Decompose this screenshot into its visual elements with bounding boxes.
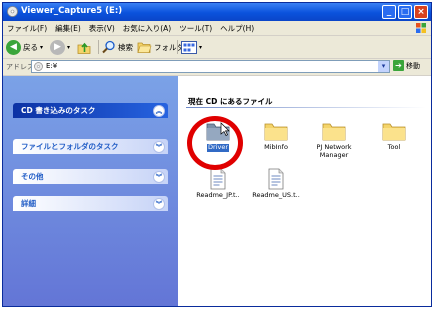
chevron-down-icon[interactable]: ︾ (153, 171, 165, 183)
menu-help[interactable]: ヘルプ(H) (216, 21, 258, 36)
forward-arrow-icon: ▶ (50, 39, 65, 55)
content-area: CD 書き込みのタスク ︽ ファイルとフォルダのタスク ︾ その他 ︾ 詳細 ︾… (3, 76, 431, 306)
search-button[interactable]: 検索 (102, 39, 133, 55)
task-label: CD 書き込みのタスク (21, 106, 96, 115)
text-file-icon (268, 168, 284, 190)
title-bar[interactable]: Viewer_Capture5 (E:) _ □ × (3, 3, 431, 21)
task-file-folder[interactable]: ファイルとフォルダのタスク ︾ (13, 139, 168, 154)
task-cd-writing[interactable]: CD 書き込みのタスク ︽ (13, 103, 168, 118)
folder-icon (264, 123, 288, 141)
views-dropdown-icon: ▾ (199, 43, 203, 51)
minimize-button[interactable]: _ (382, 5, 396, 19)
file-item-pj-network-manager[interactable]: PJ Network Manager (308, 120, 360, 159)
cd-drive-icon (7, 6, 18, 17)
address-value: E:¥ (46, 62, 58, 70)
explorer-window: Viewer_Capture5 (E:) _ □ × ファイル(F) 編集(E) 表… (2, 2, 432, 307)
folder-icon (382, 123, 406, 141)
back-dropdown-icon: ▾ (40, 43, 44, 51)
views-icon (181, 40, 197, 54)
forward-dropdown-icon: ▾ (67, 43, 71, 51)
task-label: その他 (21, 172, 44, 181)
address-bar: アドレス(D) E:¥ ▾ ➔ 移動 (3, 59, 431, 76)
file-name: Tool (387, 143, 401, 151)
back-arrow-icon: ◀ (6, 39, 21, 55)
windows-logo-icon (416, 23, 426, 33)
close-button[interactable]: × (414, 5, 428, 19)
go-arrow-icon: ➔ (393, 60, 404, 71)
forward-button[interactable]: ▶ ▾ (50, 39, 70, 55)
address-dropdown-icon[interactable]: ▾ (378, 61, 389, 72)
menu-edit[interactable]: 編集(E) (51, 21, 85, 36)
file-name: MibInfo (264, 143, 288, 151)
folder-icon (322, 123, 346, 141)
search-label: 検索 (118, 42, 133, 52)
file-item-mibinfo[interactable]: MibInfo (250, 120, 302, 152)
file-list-pane: 現在 CD にあるファイル Driver MibInfo PJ Network … (178, 76, 431, 306)
window-title: Viewer_Capture5 (E:) (21, 6, 123, 16)
menu-favorites[interactable]: お気に入り(A) (119, 21, 175, 36)
file-item-readme-us[interactable]: Readme_US.t.. (250, 168, 302, 200)
chevron-down-icon[interactable]: ︾ (153, 141, 165, 153)
menu-tools[interactable]: ツール(T) (175, 21, 216, 36)
file-item-tool[interactable]: Tool (368, 120, 420, 152)
views-button[interactable]: ▾ (181, 39, 202, 55)
cd-drive-icon (34, 62, 43, 71)
task-label: ファイルとフォルダのタスク (21, 142, 119, 151)
up-folder-icon (77, 42, 91, 54)
chevron-down-icon[interactable]: ︾ (153, 198, 165, 210)
toolbar: ◀ 戻る ▾ ▶ ▾ 検索 フォルダ ▾ (3, 36, 431, 59)
task-other-places[interactable]: その他 ︾ (13, 169, 168, 184)
chevron-up-icon[interactable]: ︽ (153, 105, 165, 117)
file-item-readme-jp[interactable]: Readme_JP.t.. (192, 168, 244, 200)
file-name: Readme_JP.t.. (196, 191, 240, 199)
file-name: Readme_US.t.. (252, 191, 300, 199)
highlight-circle (187, 116, 243, 170)
task-label: 詳細 (21, 199, 36, 208)
section-heading: 現在 CD にあるファイル (188, 97, 273, 106)
file-name: PJ Network Manager (316, 143, 352, 159)
search-icon (102, 40, 115, 54)
go-button[interactable]: ➔ 移動 (393, 60, 420, 71)
menu-file[interactable]: ファイル(F) (3, 21, 51, 36)
menu-bar: ファイル(F) 編集(E) 表示(V) お気に入り(A) ツール(T) ヘルプ(H) (3, 21, 431, 36)
menu-view[interactable]: 表示(V) (85, 21, 119, 36)
maximize-button[interactable]: □ (398, 5, 412, 19)
task-details[interactable]: 詳細 ︾ (13, 196, 168, 211)
task-pane: CD 書き込みのタスク ︽ ファイルとフォルダのタスク ︾ その他 ︾ 詳細 ︾ (3, 76, 178, 306)
back-button[interactable]: ◀ 戻る ▾ (6, 39, 43, 55)
folders-icon (137, 42, 152, 53)
folders-label: フォルダ (154, 42, 184, 52)
text-file-icon (210, 168, 226, 190)
back-label: 戻る (23, 42, 38, 52)
go-label: 移動 (406, 61, 420, 70)
up-folder-button[interactable] (77, 39, 92, 55)
address-field[interactable]: E:¥ ▾ (31, 60, 390, 73)
section-divider (186, 107, 426, 108)
